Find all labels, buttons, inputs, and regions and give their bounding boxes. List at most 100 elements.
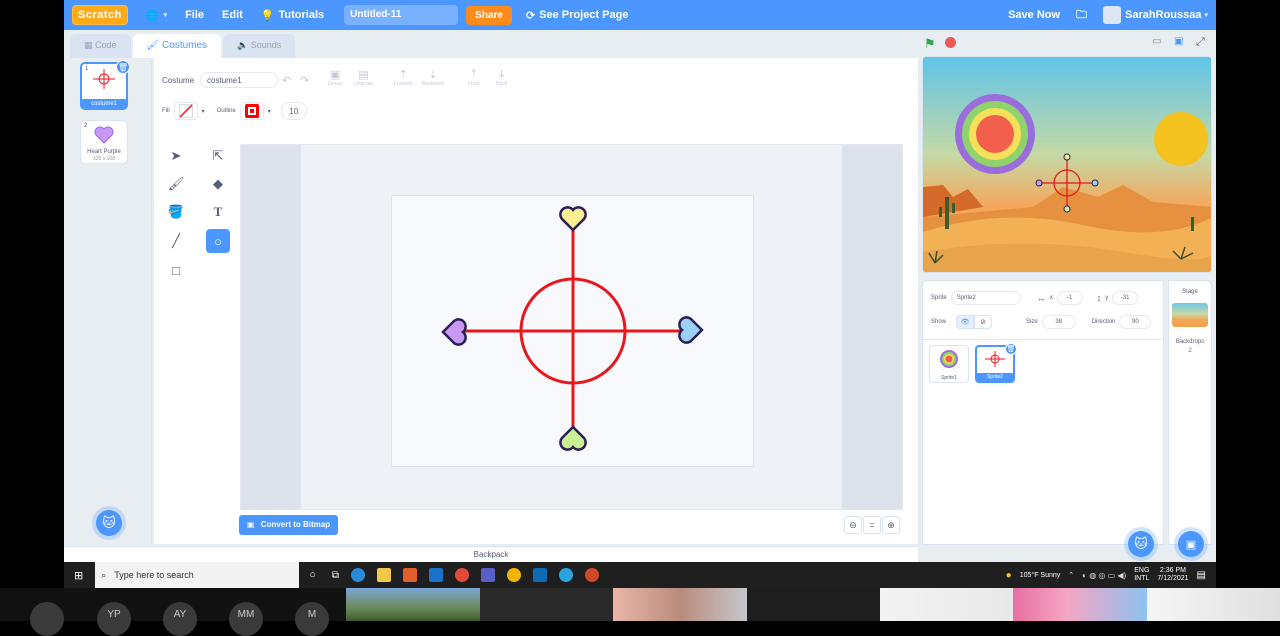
share-button[interactable]: Share (466, 5, 512, 25)
participant-video[interactable] (747, 588, 880, 621)
choose-backdrop-button[interactable]: ▣ (1178, 531, 1204, 557)
store-icon[interactable] (403, 568, 418, 582)
edge-browser-icon[interactable] (351, 568, 366, 582)
paint-canvas-area[interactable] (240, 144, 903, 510)
heart-bottom[interactable] (559, 425, 587, 451)
backpack[interactable]: Backpack (64, 546, 918, 562)
taskbar-search[interactable]: ⌕ Type here to search (95, 562, 300, 588)
costume-tile-2[interactable]: 2 Heart Purple 135 x 108 (80, 120, 128, 164)
participant-video[interactable] (613, 588, 747, 621)
reshape-tool[interactable]: ⇱ (206, 144, 230, 168)
convert-to-bitmap-button[interactable]: ▣ Convert to Bitmap (239, 515, 339, 535)
choose-sprite-button[interactable]: 🐱 (1128, 531, 1154, 557)
task-view-icon[interactable]: ⧉ (332, 570, 339, 581)
chevron-down-icon[interactable]: ▾ (268, 108, 271, 115)
zoom-in-button[interactable]: ⊕ (882, 516, 900, 534)
participant-avatar[interactable]: YP (97, 602, 131, 636)
outline-color-swatch[interactable] (239, 102, 264, 120)
tutorials-button[interactable]: 💡 Tutorials (261, 9, 324, 22)
clock[interactable]: 2:36 PM 7/12/2021 (1157, 567, 1188, 583)
tab-sounds[interactable]: 🔈 Sounds (223, 34, 296, 58)
save-now-button[interactable]: Save Now (1008, 9, 1060, 21)
edit-menu[interactable]: Edit (222, 9, 243, 21)
backward-button[interactable]: ⇣ Backward (422, 68, 444, 87)
select-tool[interactable]: ➤ (164, 144, 188, 168)
sprite-tile-1[interactable]: Sprite1 (929, 345, 969, 383)
costume-drawing[interactable] (392, 196, 755, 468)
participant-avatar[interactable]: MM (229, 602, 263, 636)
participant-video[interactable] (880, 588, 1013, 621)
choose-costume-button[interactable]: 🐱 (96, 510, 122, 536)
large-stage-icon[interactable]: ▣ (1174, 36, 1183, 47)
account-menu[interactable]: SarahRoussaa ▾ (1103, 6, 1208, 24)
zoom-out-button[interactable]: ⊖ (844, 516, 862, 534)
ungroup-button[interactable]: ▤ Ungroup (354, 68, 373, 87)
stage[interactable] (922, 56, 1212, 273)
tab-costumes[interactable]: 🖌 Costumes (132, 34, 222, 58)
chrome-icon[interactable] (455, 568, 470, 582)
participant-avatar[interactable]: AY (163, 602, 197, 636)
weather-text[interactable]: 105°F Sunny (1020, 572, 1061, 579)
costume-tile-1[interactable]: 1 costume1 344 x 300 🗑 (80, 60, 130, 116)
participant-video[interactable] (346, 588, 480, 621)
stop-icon[interactable] (945, 37, 956, 48)
chevron-up-icon[interactable]: ⌃ (1068, 571, 1074, 579)
participant-video[interactable] (480, 588, 613, 621)
circle-tool[interactable]: ○ (206, 229, 230, 253)
delete-sprite-icon[interactable]: 🗑 (1005, 343, 1017, 355)
heart-top[interactable] (559, 206, 587, 232)
small-stage-icon[interactable]: ▭ (1152, 36, 1161, 47)
backdrop-thumbnail[interactable] (1172, 303, 1208, 327)
rectangle-tool[interactable]: □ (164, 258, 188, 282)
chrome-profile-icon[interactable] (507, 568, 522, 582)
participant-video[interactable] (1147, 588, 1280, 621)
zoom-reset-button[interactable]: = (863, 516, 881, 534)
forward-button[interactable]: ⇡ Forward (394, 68, 412, 87)
fill-tool[interactable]: 🪣 (164, 200, 188, 224)
show-visible-button[interactable]: 👁 (956, 315, 975, 329)
my-stuff-icon[interactable]: 🗀 (1076, 6, 1087, 25)
sprite-name-input[interactable]: Sprite2 (950, 291, 1021, 305)
heart-left[interactable] (441, 318, 467, 346)
language-menu[interactable]: 🌐 ▾ (146, 9, 167, 22)
y-input[interactable]: -31 (1112, 291, 1139, 305)
fill-color-swatch[interactable] (173, 102, 198, 120)
telegram-icon[interactable] (559, 568, 574, 582)
sprite-tile-2[interactable]: Sprite2 🗑 (975, 343, 1017, 383)
eraser-tool[interactable]: ◆ (206, 172, 230, 196)
redo-button[interactable]: ↷ (300, 74, 309, 87)
powerpoint-icon[interactable] (585, 568, 600, 582)
participant-avatar[interactable] (30, 602, 64, 636)
mail-icon[interactable] (429, 568, 444, 582)
chevron-down-icon[interactable]: ▾ (202, 108, 205, 115)
heart-right[interactable] (678, 316, 704, 344)
see-project-page-button[interactable]: ⟳ See Project Page (526, 9, 629, 22)
text-tool[interactable]: T (206, 200, 230, 224)
keyboard-layout[interactable]: ENG INTL (1134, 567, 1149, 583)
undo-button[interactable]: ↶ (282, 74, 291, 87)
costume-canvas[interactable] (391, 195, 754, 467)
tray-icons[interactable]: ◐ ◍ ◎ ▭ ◀) (1082, 571, 1126, 580)
participant-avatar[interactable]: M (295, 602, 329, 636)
cortana-icon[interactable]: ○ (309, 569, 316, 581)
front-button[interactable]: ⤒ Front (468, 68, 480, 87)
stage-panel[interactable]: Stage Backdrops 2 ▣ (1168, 280, 1212, 557)
file-menu[interactable]: File (185, 9, 204, 21)
x-input[interactable]: -1 (1056, 291, 1083, 305)
project-title-input[interactable]: Untitled-11 (344, 5, 459, 25)
green-flag-icon[interactable]: ⚑ (924, 36, 936, 52)
delete-costume-icon[interactable]: 🗑 (116, 60, 130, 74)
file-explorer-icon[interactable] (377, 568, 392, 582)
scratch-logo[interactable]: Scratch (72, 5, 128, 25)
outline-width-input[interactable]: 10 (280, 102, 307, 120)
direction-input[interactable]: 90 (1119, 315, 1152, 329)
back-button[interactable]: ⤓ Back (496, 68, 507, 87)
size-input[interactable]: 38 (1041, 315, 1076, 329)
fullscreen-icon[interactable]: ⤢ (1196, 36, 1205, 49)
costume-name-input[interactable]: costume1 (200, 72, 279, 88)
notifications-icon[interactable]: ▤ (1197, 570, 1206, 581)
teams-icon[interactable] (481, 568, 496, 582)
show-hidden-button[interactable]: ⊘ (974, 315, 993, 329)
line-tool[interactable]: ╱ (164, 229, 188, 253)
tab-code[interactable]: ▦ Code (70, 34, 131, 58)
